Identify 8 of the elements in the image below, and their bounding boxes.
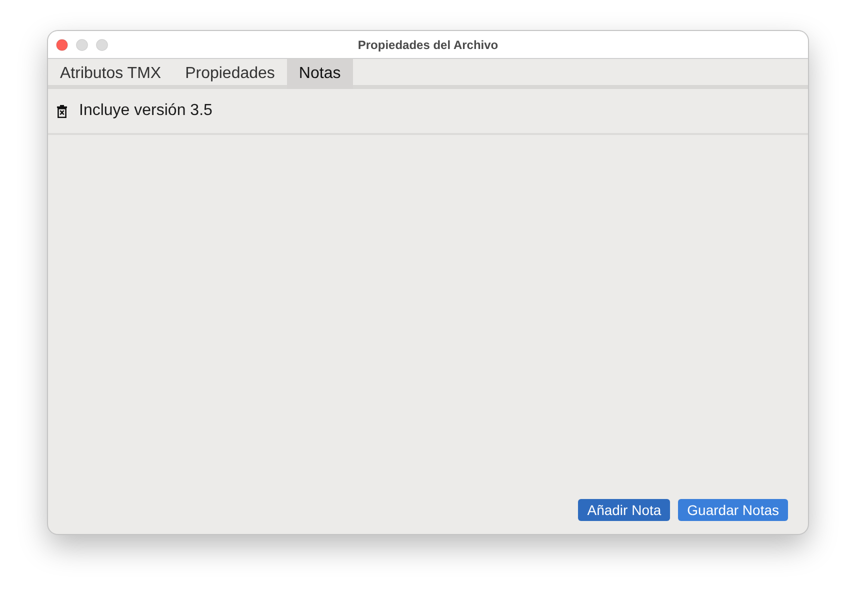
window-title: Propiedades del Archivo bbox=[358, 38, 498, 50]
tab[interactable]: Propiedades bbox=[173, 59, 287, 89]
close-icon[interactable] bbox=[56, 39, 68, 51]
add-note-button[interactable]: Añadir Nota bbox=[578, 499, 670, 521]
note-text: Incluye versión 3.5 bbox=[79, 101, 212, 121]
save-notes-button[interactable]: Guardar Notas bbox=[678, 499, 788, 521]
delete-icon[interactable] bbox=[57, 104, 67, 118]
tab[interactable]: Atributos TMX bbox=[48, 59, 174, 89]
